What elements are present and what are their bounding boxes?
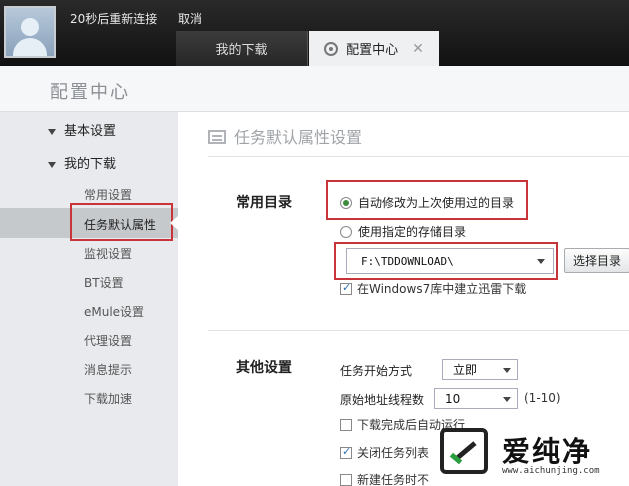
- checkbox-label: 关闭任务列表: [357, 446, 430, 460]
- aichunjing-logo-icon: [440, 428, 488, 474]
- sidebar-section-label: 我的下载: [64, 157, 117, 172]
- section-title-text: 任务默认属性设置: [234, 128, 363, 147]
- close-list-checkbox-row[interactable]: 关闭任务列表: [340, 444, 429, 461]
- threads-value: 10: [445, 391, 461, 406]
- start-mode-value: 立即: [453, 363, 478, 377]
- sidebar: 基本设置 我的下载 常用设置 任务默认属性 监视设置 BT设置 eMule设置 …: [0, 112, 178, 486]
- win7-library-checkbox-row[interactable]: 在Windows7库中建立迅雷下载: [340, 280, 526, 297]
- sidebar-item-notify[interactable]: 消息提示: [84, 361, 132, 378]
- avatar-body-shape: [13, 38, 47, 56]
- expand-triangle-icon: [48, 161, 56, 168]
- threads-label: 原始地址线程数: [340, 393, 425, 407]
- tab-config-center[interactable]: 配置中心 ✕: [309, 31, 439, 66]
- settings-list-icon: [208, 130, 226, 144]
- reconnect-status: 20秒后重新连接: [70, 12, 158, 26]
- page-header: 配置中心: [0, 66, 629, 112]
- section-title: 任务默认属性设置: [208, 124, 362, 148]
- tab-my-downloads[interactable]: 我的下载: [176, 31, 308, 66]
- divider: [208, 156, 629, 157]
- close-icon[interactable]: ✕: [412, 41, 424, 57]
- sidebar-item-bt[interactable]: BT设置: [84, 274, 124, 291]
- radio-label: 自动修改为上次使用过的目录: [358, 196, 515, 210]
- checkbox[interactable]: [340, 418, 352, 431]
- expand-triangle-icon: [48, 128, 56, 135]
- other-settings-label: 其他设置: [236, 360, 292, 376]
- checkbox-label: 新建任务时不: [357, 473, 430, 486]
- active-pointer-arrow: [170, 216, 178, 230]
- watermark-url: www.aichunjing.com: [502, 466, 600, 476]
- divider: [208, 330, 629, 331]
- sidebar-section-downloads[interactable]: 我的下载: [48, 153, 116, 172]
- cancel-reconnect-link[interactable]: 取消: [178, 10, 202, 27]
- start-mode-select[interactable]: 立即: [442, 359, 518, 380]
- gear-icon: [324, 41, 339, 56]
- page-title: 配置中心: [50, 82, 130, 103]
- user-avatar[interactable]: [4, 6, 56, 58]
- threads-select[interactable]: 10: [434, 388, 518, 409]
- radio-button[interactable]: [340, 225, 352, 238]
- new-task-checkbox-row[interactable]: 新建任务时不: [340, 471, 429, 486]
- download-path-select[interactable]: F:\TDDOWNLOAD\: [346, 248, 554, 274]
- tab-label: 我的下载: [215, 43, 268, 58]
- chevron-down-icon: [503, 368, 511, 373]
- chevron-down-icon: [503, 397, 511, 402]
- common-dir-label: 常用目录: [236, 195, 292, 211]
- path-value: F:\TDDOWNLOAD\: [361, 254, 454, 268]
- sidebar-item-accelerate[interactable]: 下载加速: [84, 390, 132, 407]
- sidebar-item-emule[interactable]: eMule设置: [84, 303, 144, 320]
- checkbox-label: 在Windows7库中建立迅雷下载: [357, 282, 527, 296]
- sidebar-section-basic[interactable]: 基本设置: [48, 120, 116, 139]
- radio-specified-dir[interactable]: 使用指定的存储目录: [340, 223, 466, 240]
- radio-button[interactable]: [340, 196, 352, 209]
- watermark-text: 爱纯净: [502, 435, 593, 468]
- sidebar-item-monitor[interactable]: 监视设置: [84, 245, 132, 262]
- sidebar-section-label: 基本设置: [64, 124, 117, 139]
- watermark-logo: 爱纯净 www.aichunjing.com: [436, 420, 629, 486]
- sidebar-item-common[interactable]: 常用设置: [84, 186, 132, 203]
- checkbox[interactable]: [340, 281, 352, 295]
- radio-auto-dir[interactable]: 自动修改为上次使用过的目录: [340, 194, 514, 211]
- start-mode-label: 任务开始方式: [340, 364, 413, 378]
- highlight-box-sidebar: [70, 203, 173, 241]
- top-bar: 20秒后重新连接 取消 我的下载 配置中心 ✕: [0, 0, 629, 66]
- checkbox[interactable]: [340, 473, 352, 486]
- chevron-down-icon: [537, 259, 545, 264]
- choose-dir-button[interactable]: 选择目录: [564, 248, 629, 273]
- radio-label: 使用指定的存储目录: [358, 225, 467, 239]
- threads-range-hint: (1-10): [524, 391, 561, 405]
- checkbox[interactable]: [340, 445, 352, 459]
- tab-label: 配置中心: [346, 43, 399, 58]
- sidebar-item-proxy[interactable]: 代理设置: [84, 332, 132, 349]
- avatar-head-shape: [21, 18, 39, 36]
